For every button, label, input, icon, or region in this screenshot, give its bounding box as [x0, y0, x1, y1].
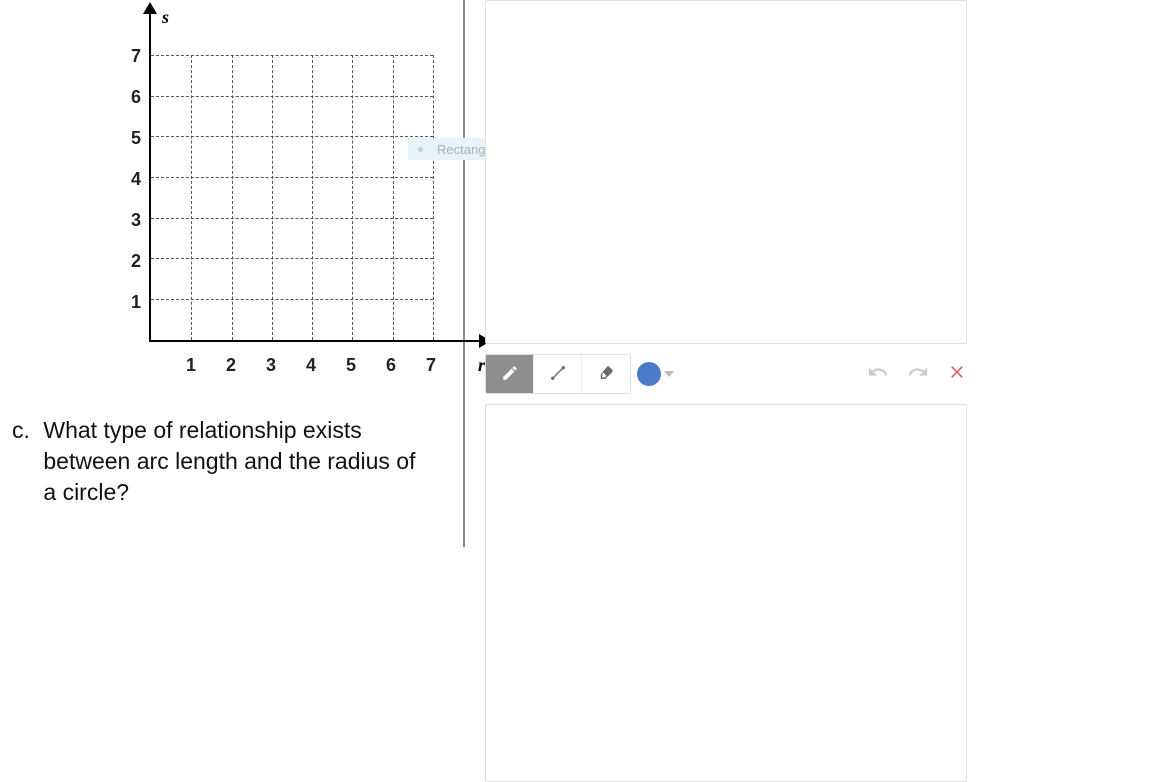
drawing-canvas-lower[interactable] — [485, 404, 967, 782]
y-tick: 1 — [123, 292, 141, 313]
question-panel: s r 7 6 5 4 3 2 1 1 2 3 — [0, 0, 465, 547]
undo-icon — [867, 370, 889, 387]
x-tick: 3 — [261, 355, 281, 376]
history-group — [867, 361, 967, 388]
x-tick: 6 — [381, 355, 401, 376]
pen-icon — [501, 364, 519, 387]
x-tick: 4 — [301, 355, 321, 376]
line-tool-button[interactable] — [534, 355, 582, 394]
line-icon — [549, 364, 567, 387]
y-tick: 2 — [123, 251, 141, 272]
x-tick: 7 — [421, 355, 441, 376]
tool-group — [485, 354, 631, 394]
question-label: c. — [12, 415, 37, 446]
snip-dot-icon — [418, 147, 423, 152]
redo-button[interactable] — [907, 361, 929, 388]
redo-icon — [907, 370, 929, 387]
y-tick: 3 — [123, 210, 141, 231]
y-tick: 6 — [123, 87, 141, 108]
chevron-down-icon — [664, 371, 674, 377]
undo-button[interactable] — [867, 361, 889, 388]
color-picker-button[interactable] — [637, 354, 674, 394]
x-tick: 5 — [341, 355, 361, 376]
question-body: What type of relationship exists between… — [43, 415, 423, 508]
blank-grid-chart: s r 7 6 5 4 3 2 1 1 2 3 — [55, 0, 445, 390]
close-icon — [947, 369, 967, 386]
question-text: c. What type of relationship exists betw… — [12, 415, 432, 508]
x-tick: 1 — [181, 355, 201, 376]
grid-lines — [151, 55, 433, 340]
drawing-toolbar — [485, 354, 967, 394]
y-tick: 7 — [123, 46, 141, 67]
y-tick: 5 — [123, 128, 141, 149]
x-tick: 2 — [221, 355, 241, 376]
pen-tool-button[interactable] — [486, 355, 534, 394]
x-axis-line — [149, 340, 485, 342]
close-button[interactable] — [947, 362, 967, 387]
y-tick: 4 — [123, 169, 141, 190]
eraser-tool-button[interactable] — [582, 355, 630, 394]
drawing-canvas-upper[interactable] — [485, 0, 967, 344]
color-swatch-icon — [637, 362, 661, 386]
eraser-icon — [597, 364, 615, 387]
y-axis-label: s — [162, 7, 169, 28]
x-axis-label: r — [478, 355, 485, 376]
